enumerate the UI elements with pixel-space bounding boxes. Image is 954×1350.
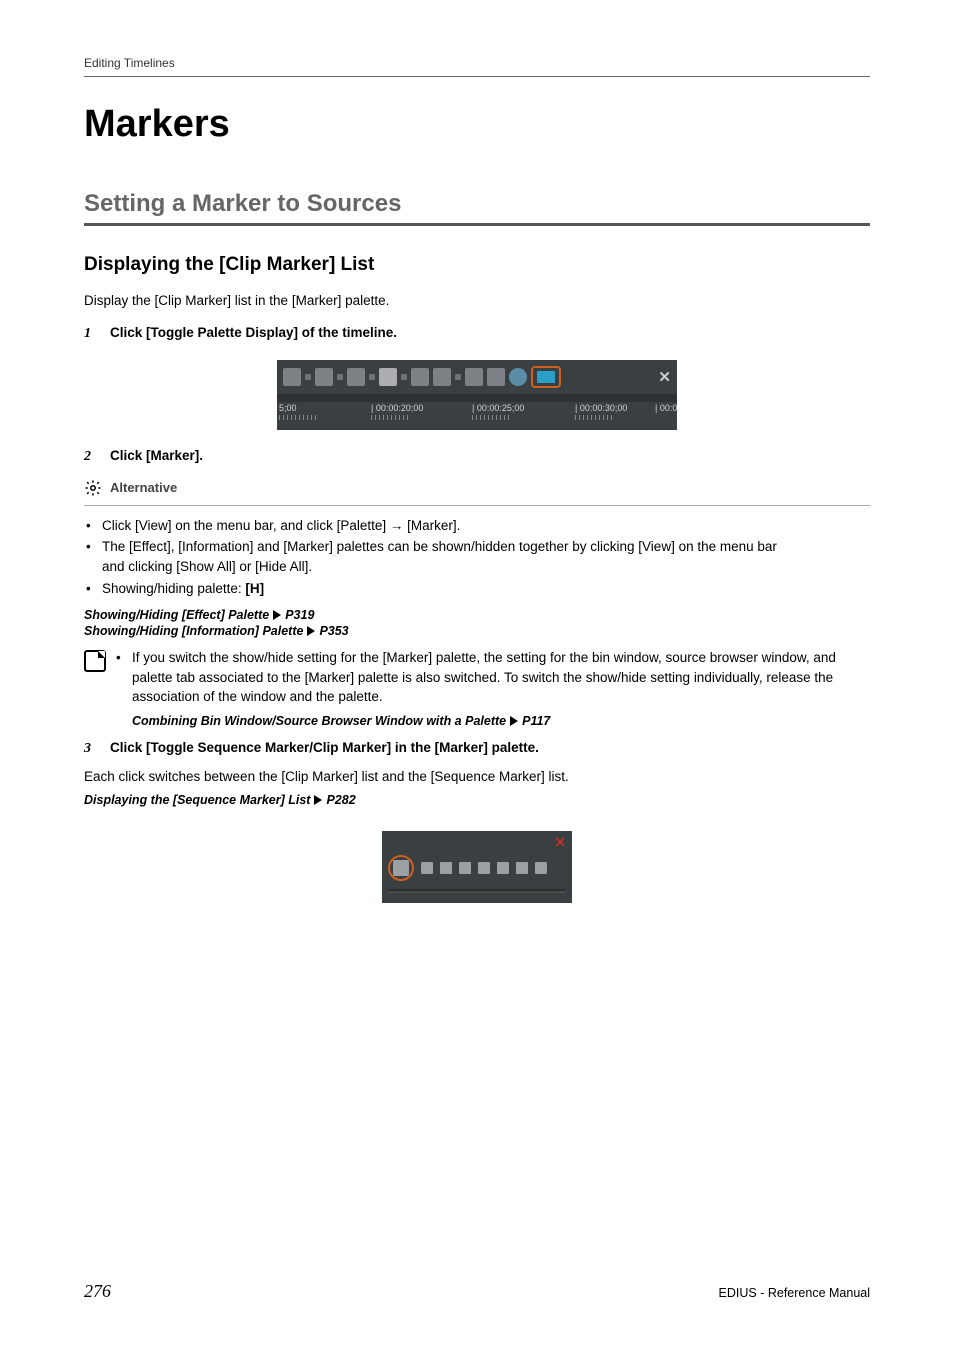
tool-icon xyxy=(315,368,333,386)
step-text: Click [Toggle Sequence Marker/Clip Marke… xyxy=(110,740,539,755)
dropdown-icon xyxy=(401,374,407,380)
palette-icon xyxy=(537,371,555,383)
xref-information-palette[interactable]: Showing/Hiding [Information] Palette P35… xyxy=(84,624,349,638)
dropdown-icon xyxy=(455,374,461,380)
step-number: 1 xyxy=(84,326,96,342)
figure-timeline-toolbar: ✕ 5;00 | 00:00:20;00 | 00:00:25;00 | 00:… xyxy=(84,360,870,430)
next-icon xyxy=(478,862,490,874)
tool-icon xyxy=(411,368,429,386)
divider xyxy=(388,889,566,893)
triangle-icon xyxy=(314,795,322,805)
xref-effect-palette[interactable]: Showing/Hiding [Effect] Palette P319 xyxy=(84,608,314,622)
ruler-tick: | 00:00:30;00 xyxy=(575,403,627,413)
step-number: 3 xyxy=(84,741,96,757)
xref-combining-window[interactable]: Combining Bin Window/Source Browser Wind… xyxy=(132,712,550,730)
timeline-toolbar: ✕ xyxy=(277,360,677,394)
note-body: If you switch the show/hide setting for … xyxy=(116,648,870,730)
ruler-tick: | 00:0 xyxy=(655,403,677,413)
gear-icon xyxy=(84,479,102,497)
marker-toggle-icon xyxy=(393,860,409,876)
list-item: The [Effect], [Information] and [Marker]… xyxy=(84,537,870,576)
step-text: Click [Marker]. xyxy=(110,448,203,463)
note-block: If you switch the show/hide setting for … xyxy=(84,648,870,730)
intro-text: Display the [Clip Marker] list in the [M… xyxy=(84,292,870,311)
manual-title: EDIUS - Reference Manual xyxy=(719,1286,870,1300)
toggle-sequence-clip-marker-button[interactable] xyxy=(388,855,414,881)
step-text: Click [Toggle Palette Display] of the ti… xyxy=(110,325,397,340)
arrow-icon: → xyxy=(390,518,404,533)
tool-icon xyxy=(283,368,301,386)
ruler-tick: 5;00 xyxy=(279,403,297,413)
marker-palette-toolbar xyxy=(388,855,566,881)
tool-icon xyxy=(433,368,451,386)
step-number: 2 xyxy=(84,449,96,465)
page-footer: 276 EDIUS - Reference Manual xyxy=(84,1281,870,1302)
palette-icon xyxy=(421,862,433,874)
running-header: Editing Timelines xyxy=(84,56,870,77)
prev-icon xyxy=(459,862,471,874)
close-icon[interactable]: ✕ xyxy=(658,368,671,386)
step-2: 2 Click [Marker]. xyxy=(84,448,870,465)
section-heading: Setting a Marker to Sources xyxy=(84,190,870,226)
palette-icon xyxy=(535,862,547,874)
ruler-tick: | 00:00:20;00 xyxy=(371,403,423,413)
list-item: Showing/hiding palette: [H] xyxy=(84,579,870,599)
step-3: 3 Click [Toggle Sequence Marker/Clip Mar… xyxy=(84,740,870,757)
delete-icon xyxy=(497,862,509,874)
figure-marker-palette: ✕ xyxy=(84,825,870,903)
step-3-description: Each click switches between the [Clip Ma… xyxy=(84,767,870,787)
tool-icon xyxy=(487,368,505,386)
triangle-icon xyxy=(273,610,281,620)
dropdown-icon xyxy=(337,374,343,380)
dropdown-icon xyxy=(369,374,375,380)
close-icon[interactable]: ✕ xyxy=(554,834,566,851)
subsection-heading: Displaying the [Clip Marker] List xyxy=(84,254,870,276)
note-icon xyxy=(84,650,106,672)
timeline-ruler: 5;00 | 00:00:20;00 | 00:00:25;00 | 00:00… xyxy=(277,402,677,430)
tool-icon xyxy=(465,368,483,386)
alternative-list: Click [View] on the menu bar, and click … xyxy=(84,516,870,598)
page-number: 276 xyxy=(84,1281,111,1302)
toggle-palette-display-button[interactable] xyxy=(531,366,561,388)
palette-icon xyxy=(440,862,452,874)
triangle-icon xyxy=(510,716,518,726)
divider xyxy=(84,505,870,506)
ruler-tick: | 00:00:25;00 xyxy=(472,403,524,413)
step-1: 1 Click [Toggle Palette Display] of the … xyxy=(84,325,870,342)
alternative-heading: Alternative xyxy=(84,479,870,497)
tool-icon xyxy=(347,368,365,386)
tool-icon xyxy=(509,368,527,386)
list-item: Click [View] on the menu bar, and click … xyxy=(84,516,870,536)
triangle-icon xyxy=(307,626,315,636)
dropdown-icon xyxy=(305,374,311,380)
tool-icon xyxy=(379,368,397,386)
alternative-label: Alternative xyxy=(110,480,177,495)
xref-sequence-marker-list[interactable]: Displaying the [Sequence Marker] List P2… xyxy=(84,793,356,807)
page-title: Markers xyxy=(84,103,870,146)
palette-icon xyxy=(516,862,528,874)
